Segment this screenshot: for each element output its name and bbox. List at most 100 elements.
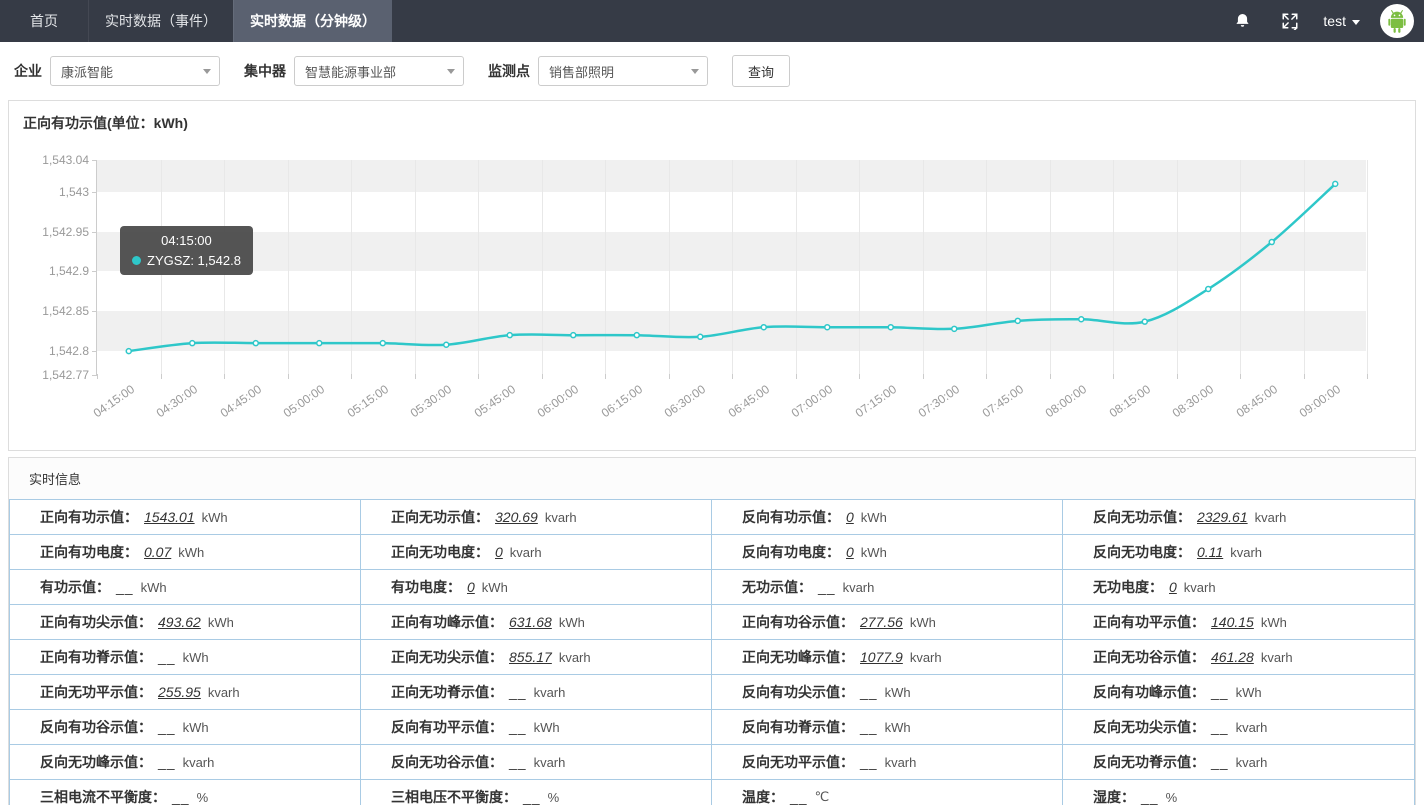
field-unit: kvarh bbox=[1236, 720, 1268, 735]
field-value-empty: __ bbox=[509, 684, 527, 700]
tab-home[interactable]: 首页 bbox=[0, 0, 88, 42]
enterprise-select[interactable]: 康派智能 bbox=[50, 56, 220, 86]
data-point bbox=[444, 342, 449, 347]
chart-panel: 正向有功示值(单位：kWh) 04:15:00 ZYGSZ: 1,542.8 1… bbox=[8, 100, 1416, 451]
field-label: 三相电压不平衡度： bbox=[391, 787, 517, 805]
field-value-link[interactable]: 855.17 bbox=[509, 649, 552, 665]
field-unit: kvarh bbox=[183, 755, 215, 770]
realtime-cell: 正向有功谷示值：277.56kWh bbox=[712, 605, 1063, 640]
field-unit: kvarh bbox=[1184, 580, 1216, 595]
bell-icon[interactable] bbox=[1225, 4, 1259, 38]
realtime-cell: 反向无功尖示值：__kvarh bbox=[1063, 710, 1414, 745]
y-axis-label: 1,542.85 bbox=[9, 304, 89, 318]
field-value-link[interactable]: 277.56 bbox=[860, 614, 903, 630]
field-label: 湿度： bbox=[1093, 787, 1135, 805]
user-menu[interactable]: test bbox=[1323, 13, 1360, 29]
username: test bbox=[1323, 13, 1346, 29]
field-value-link[interactable]: 255.95 bbox=[158, 684, 201, 700]
field-label: 反向有功电度： bbox=[742, 542, 840, 562]
field-value-link[interactable]: 0.11 bbox=[1197, 544, 1223, 560]
field-value-link[interactable]: 0 bbox=[1169, 579, 1177, 595]
field-value-link[interactable]: 631.68 bbox=[509, 614, 552, 630]
field-label: 正向无功脊示值： bbox=[391, 682, 503, 702]
field-unit: kWh bbox=[559, 615, 585, 630]
field-unit: % bbox=[197, 790, 209, 805]
realtime-cell: 湿度：__% bbox=[1063, 780, 1414, 805]
field-label: 正向无功峰示值： bbox=[742, 647, 854, 667]
fullscreen-icon[interactable] bbox=[1273, 4, 1307, 38]
field-label: 反向无功谷示值： bbox=[391, 752, 503, 772]
field-unit: kvarh bbox=[910, 650, 942, 665]
chart-plot[interactable]: 04:15:00 ZYGSZ: 1,542.8 1,542.771,542.81… bbox=[96, 160, 1366, 375]
field-label: 三相电流不平衡度： bbox=[40, 787, 166, 805]
field-unit: kvarh bbox=[534, 755, 566, 770]
android-avatar[interactable] bbox=[1380, 4, 1414, 38]
y-axis-label: 1,543.04 bbox=[9, 153, 89, 167]
field-value-empty: __ bbox=[860, 684, 878, 700]
field-value-link[interactable]: 461.28 bbox=[1211, 649, 1254, 665]
field-unit: kWh bbox=[208, 615, 234, 630]
field-value-empty: __ bbox=[523, 789, 541, 805]
realtime-cell: 反向无功示值：2329.61kvarh bbox=[1063, 500, 1414, 535]
data-point bbox=[761, 325, 766, 330]
field-value-link[interactable]: 0 bbox=[846, 544, 854, 560]
realtime-cell: 反向无功峰示值：__kvarh bbox=[10, 745, 361, 780]
field-label: 正向有功脊示值： bbox=[40, 647, 152, 667]
field-value-link[interactable]: 140.15 bbox=[1211, 614, 1254, 630]
field-label: 反向无功平示值： bbox=[742, 752, 854, 772]
y-axis-label: 1,542.9 bbox=[9, 264, 89, 278]
field-value-empty: __ bbox=[509, 754, 527, 770]
monitor-point-select[interactable]: 销售部照明 bbox=[538, 56, 708, 86]
field-unit: kvarh bbox=[1261, 650, 1293, 665]
field-label: 反向无功脊示值： bbox=[1093, 752, 1205, 772]
realtime-cell: 反向有功峰示值： __ kWh bbox=[1063, 675, 1414, 710]
field-value-link[interactable]: 0 bbox=[467, 579, 475, 595]
field-label: 反向无功尖示值： bbox=[1093, 717, 1205, 737]
tab-realtime-event[interactable]: 实时数据（事件） bbox=[88, 0, 233, 42]
data-point bbox=[1269, 240, 1274, 245]
field-value-link[interactable]: 1543.01 bbox=[144, 509, 195, 525]
field-value-empty: __ bbox=[1211, 684, 1229, 700]
tab-realtime-minute[interactable]: 实时数据（分钟级） bbox=[233, 0, 392, 42]
field-label: 反向有功平示值： bbox=[391, 717, 503, 737]
top-navbar: 首页实时数据（事件）实时数据（分钟级） test bbox=[0, 0, 1424, 42]
field-unit: kWh bbox=[141, 580, 167, 595]
field-unit: kWh bbox=[1236, 685, 1262, 700]
y-axis-label: 1,542.8 bbox=[9, 344, 89, 358]
field-unit: kWh bbox=[202, 510, 228, 525]
field-value-empty: __ bbox=[860, 754, 878, 770]
field-value-empty: __ bbox=[158, 754, 176, 770]
field-value-link[interactable]: 320.69 bbox=[495, 509, 538, 525]
concentrator-label: 集中器 bbox=[244, 61, 286, 81]
realtime-cell: 反向有功谷示值：__kWh bbox=[10, 710, 361, 745]
realtime-cell: 正向无功峰示值： 1077.9 kvarh bbox=[712, 640, 1063, 675]
field-value-link[interactable]: 1077.9 bbox=[860, 649, 903, 665]
field-label: 正向无功平示值： bbox=[40, 682, 152, 702]
realtime-cell: 正向无功示值：320.69kvarh bbox=[361, 500, 712, 535]
realtime-cell: 反向有功平示值：__kWh bbox=[361, 710, 712, 745]
query-button[interactable]: 查询 bbox=[732, 55, 790, 87]
field-label: 正向无功电度： bbox=[391, 542, 489, 562]
y-axis-label: 1,542.77 bbox=[9, 368, 89, 382]
field-unit: kWh bbox=[183, 720, 209, 735]
concentrator-select[interactable]: 智慧能源事业部 bbox=[294, 56, 464, 86]
field-label: 反向有功峰示值： bbox=[1093, 682, 1205, 702]
monitor-point-label: 监测点 bbox=[488, 61, 530, 81]
realtime-cell: 正向有功电度：0.07kWh bbox=[10, 535, 361, 570]
field-value-link[interactable]: 0 bbox=[846, 509, 854, 525]
field-value-link[interactable]: 0.07 bbox=[144, 544, 171, 560]
field-value-link[interactable]: 493.62 bbox=[158, 614, 201, 630]
field-unit: kvarh bbox=[1255, 510, 1287, 525]
realtime-cell: 正向无功谷示值：461.28kvarh bbox=[1063, 640, 1414, 675]
field-value-empty: __ bbox=[818, 579, 836, 595]
field-value-link[interactable]: 2329.61 bbox=[1197, 509, 1248, 525]
field-value-link[interactable]: 0 bbox=[495, 544, 503, 560]
field-label: 有功电度： bbox=[391, 577, 461, 597]
field-unit: kWh bbox=[178, 545, 204, 560]
realtime-cell: 正向无功脊示值：__kvarh bbox=[361, 675, 712, 710]
field-value-empty: __ bbox=[1211, 754, 1229, 770]
concentrator-filter: 集中器 智慧能源事业部 bbox=[244, 56, 464, 86]
realtime-info-header: 实时信息 bbox=[9, 458, 1415, 499]
field-label: 反向有功尖示值： bbox=[742, 682, 854, 702]
field-value-empty: __ bbox=[116, 579, 134, 595]
